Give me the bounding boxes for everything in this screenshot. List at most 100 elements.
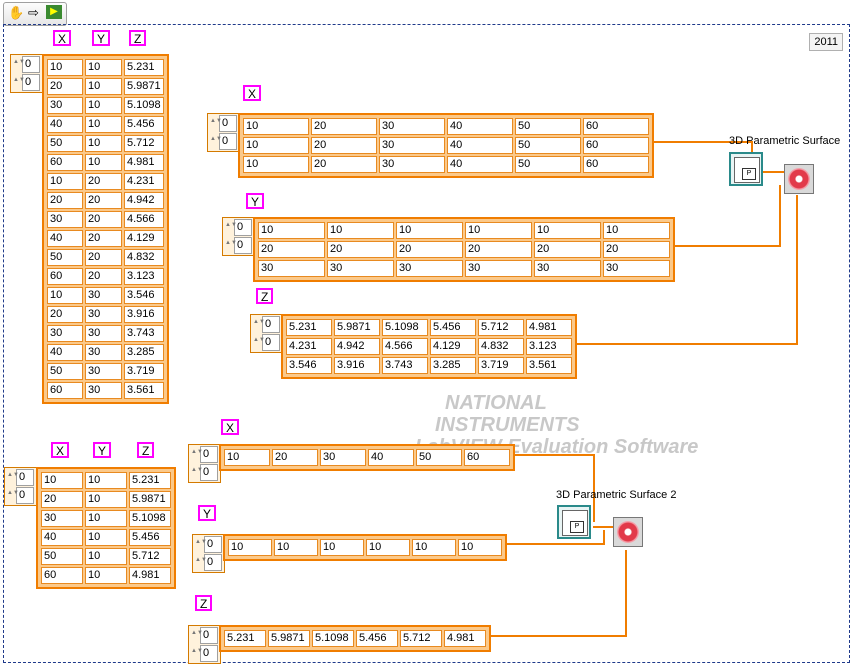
- array-cell[interactable]: 20: [311, 156, 377, 173]
- array-cell[interactable]: 30: [258, 260, 325, 277]
- array-cell[interactable]: 3.123: [124, 268, 164, 285]
- array-cell[interactable]: 5.712: [400, 630, 442, 647]
- array-cell[interactable]: 5.1098: [129, 510, 171, 527]
- array-cell[interactable]: 30: [85, 344, 122, 361]
- array-cell[interactable]: 4.832: [124, 249, 164, 266]
- index-cell[interactable]: ▲▼ 0: [225, 219, 252, 236]
- array-cell[interactable]: 10: [396, 222, 463, 239]
- array-cell[interactable]: 4.942: [334, 338, 380, 355]
- array-cell[interactable]: 30: [320, 449, 366, 466]
- array-cell[interactable]: 20: [85, 192, 122, 209]
- array-cell[interactable]: 30: [85, 325, 122, 342]
- array-cell[interactable]: 5.712: [478, 319, 524, 336]
- array-cell[interactable]: 3.285: [430, 357, 476, 374]
- array-cell[interactable]: 20: [85, 230, 122, 247]
- array-cell[interactable]: 40: [368, 449, 414, 466]
- array-cell[interactable]: 5.9871: [268, 630, 310, 647]
- array-cell[interactable]: 10: [85, 154, 122, 171]
- array-cell[interactable]: 50: [47, 363, 83, 380]
- array-cell[interactable]: 60: [41, 567, 83, 584]
- array-cell[interactable]: 5.456: [430, 319, 476, 336]
- array-cell[interactable]: 3.719: [478, 357, 524, 374]
- array-cell[interactable]: 10: [85, 78, 122, 95]
- array-cell[interactable]: 4.231: [124, 173, 164, 190]
- array-cell[interactable]: 40: [41, 529, 83, 546]
- array-cell[interactable]: 4.981: [526, 319, 572, 336]
- array-cell[interactable]: 30: [41, 510, 83, 527]
- array-cell[interactable]: 4.832: [478, 338, 524, 355]
- array-cell[interactable]: 10: [85, 116, 122, 133]
- array-cell[interactable]: 20: [258, 241, 325, 258]
- array-cell[interactable]: 10: [41, 472, 83, 489]
- array-cell[interactable]: 3.719: [124, 363, 164, 380]
- array-cell[interactable]: 50: [47, 135, 83, 152]
- array-cell[interactable]: 20: [85, 268, 122, 285]
- array-cell[interactable]: 10: [458, 539, 502, 556]
- array-cell[interactable]: 10: [85, 472, 127, 489]
- index-cell[interactable]: ▲▼ 0: [195, 554, 222, 571]
- index-cell[interactable]: ▲▼ 0: [210, 115, 237, 132]
- array-cell[interactable]: 5.9871: [334, 319, 380, 336]
- array-cell[interactable]: 3.546: [286, 357, 332, 374]
- array-cell[interactable]: 5.456: [129, 529, 171, 546]
- array-cell[interactable]: 10: [320, 539, 364, 556]
- array-cell[interactable]: 30: [85, 287, 122, 304]
- array-cell[interactable]: 4.566: [124, 211, 164, 228]
- array-cell[interactable]: 40: [447, 156, 513, 173]
- array-cell[interactable]: 60: [583, 156, 649, 173]
- array-cell[interactable]: 3.743: [124, 325, 164, 342]
- array-cell[interactable]: 20: [311, 118, 377, 135]
- array-cell[interactable]: 30: [603, 260, 670, 277]
- index-cell[interactable]: ▲▼ 0: [210, 133, 237, 150]
- index-cell[interactable]: ▲▼ 0: [7, 487, 34, 504]
- array-cell[interactable]: 30: [85, 382, 122, 399]
- array-cell[interactable]: 10: [85, 59, 122, 76]
- index-cell[interactable]: ▲▼ 0: [195, 536, 222, 553]
- array-cell[interactable]: 3.743: [382, 357, 428, 374]
- array-cell[interactable]: 3.916: [124, 306, 164, 323]
- array-cell[interactable]: 4.981: [129, 567, 171, 584]
- array-cell[interactable]: 40: [47, 116, 83, 133]
- array-cell[interactable]: 50: [416, 449, 462, 466]
- vi1-subvi-icon[interactable]: P: [729, 152, 763, 186]
- array-cell[interactable]: 20: [603, 241, 670, 258]
- array-cell[interactable]: 5.231: [129, 472, 171, 489]
- array-cell[interactable]: 20: [311, 137, 377, 154]
- index-cell[interactable]: ▲▼ 0: [191, 645, 218, 662]
- array-cell[interactable]: 4.942: [124, 192, 164, 209]
- array-cell[interactable]: 30: [379, 137, 445, 154]
- index-cell[interactable]: ▲▼ 0: [225, 237, 252, 254]
- array-cell[interactable]: 20: [47, 306, 83, 323]
- array-cell[interactable]: 10: [47, 287, 83, 304]
- array-cell[interactable]: 5.712: [129, 548, 171, 565]
- array-cell[interactable]: 20: [396, 241, 463, 258]
- array-cell[interactable]: 5.231: [124, 59, 164, 76]
- array-cell[interactable]: 10: [366, 539, 410, 556]
- array-cell[interactable]: 5.231: [286, 319, 332, 336]
- array-cell[interactable]: 10: [85, 567, 127, 584]
- array-cell[interactable]: 60: [583, 118, 649, 135]
- index-cell[interactable]: ▲▼ 0: [253, 316, 280, 333]
- array-cell[interactable]: 20: [47, 78, 83, 95]
- array-cell[interactable]: 10: [85, 491, 127, 508]
- array-cell[interactable]: 30: [47, 325, 83, 342]
- array-cell[interactable]: 20: [85, 173, 122, 190]
- array-cell[interactable]: 10: [258, 222, 325, 239]
- array-cell[interactable]: 4.129: [430, 338, 476, 355]
- array-cell[interactable]: 20: [465, 241, 532, 258]
- array-cell[interactable]: 3.916: [334, 357, 380, 374]
- array-cell[interactable]: 40: [47, 344, 83, 361]
- array-cell[interactable]: 60: [464, 449, 510, 466]
- array-cell[interactable]: 40: [47, 230, 83, 247]
- array-cell[interactable]: 4.231: [286, 338, 332, 355]
- array-cell[interactable]: 50: [515, 137, 581, 154]
- array-cell[interactable]: 10: [243, 137, 309, 154]
- array-cell[interactable]: 30: [465, 260, 532, 277]
- array-cell[interactable]: 10: [243, 118, 309, 135]
- array-cell[interactable]: 30: [85, 306, 122, 323]
- array-cell[interactable]: 5.1098: [312, 630, 354, 647]
- array-cell[interactable]: 10: [534, 222, 601, 239]
- array-cell[interactable]: 20: [85, 211, 122, 228]
- index-cell[interactable]: ▲▼ 0: [191, 627, 218, 644]
- array-cell[interactable]: 4.129: [124, 230, 164, 247]
